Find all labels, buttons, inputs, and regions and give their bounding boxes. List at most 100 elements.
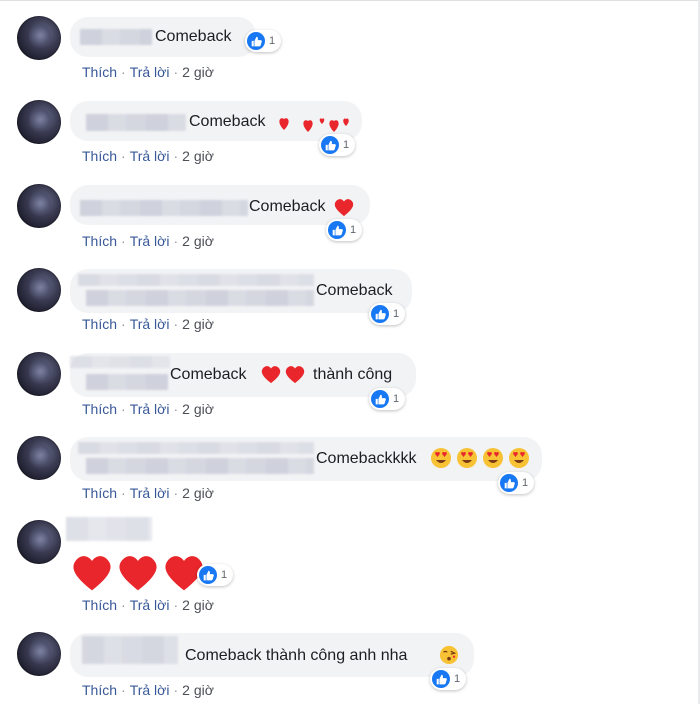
like-count-badge[interactable]: 1 xyxy=(326,219,363,241)
blurred-username xyxy=(78,442,314,454)
timestamp[interactable]: 2 giờ xyxy=(182,64,214,80)
separator: · xyxy=(173,233,179,249)
separator: · xyxy=(173,64,179,80)
reply-link[interactable]: Trả lời xyxy=(130,64,170,80)
like-count-badge[interactable]: 1 xyxy=(498,472,535,494)
heart-icon xyxy=(285,366,305,384)
thumbs-up-icon xyxy=(500,474,518,492)
like-link[interactable]: Thích xyxy=(82,682,117,698)
comment-1: Comeback 1 Thích · Trả lời · 2 giờ xyxy=(0,0,690,90)
blurred-username xyxy=(78,274,314,286)
thumbs-up-icon xyxy=(328,221,346,239)
comment-3: Comeback 1 Thích · Trả lời · 2 giờ xyxy=(0,168,690,258)
reply-link[interactable]: Trả lời xyxy=(130,401,170,417)
blurred-username xyxy=(86,114,186,131)
avatar[interactable] xyxy=(17,16,61,60)
timestamp[interactable]: 2 giờ xyxy=(182,485,214,501)
thumbs-up-icon xyxy=(432,670,450,688)
like-link[interactable]: Thích xyxy=(82,148,117,164)
big-heart-icon xyxy=(119,556,157,591)
like-count: 1 xyxy=(393,393,400,405)
avatar[interactable] xyxy=(17,268,61,312)
thumbs-up-icon xyxy=(371,390,389,408)
blurred-username xyxy=(86,374,168,390)
like-count-badge[interactable]: 1 xyxy=(369,388,406,410)
like-count-badge[interactable]: 1 xyxy=(369,303,406,325)
comment-text: Comeback xyxy=(249,198,326,215)
avatar[interactable] xyxy=(17,520,61,564)
comment-text: Comebackkkk xyxy=(316,450,417,467)
like-link[interactable]: Thích xyxy=(82,316,117,332)
comment-actions: Thích · Trả lời · 2 giờ xyxy=(82,233,214,249)
reply-link[interactable]: Trả lời xyxy=(130,316,170,332)
blurred-username xyxy=(80,29,152,45)
like-count-badge[interactable]: 1 xyxy=(319,134,356,156)
blurred-username xyxy=(86,290,314,306)
separator: · xyxy=(121,682,126,698)
separator: · xyxy=(121,148,126,164)
like-count-badge[interactable]: 1 xyxy=(197,564,234,586)
like-link[interactable]: Thích xyxy=(82,401,117,417)
avatar[interactable] xyxy=(17,632,61,676)
reply-link[interactable]: Trả lời xyxy=(130,682,170,698)
comment-actions: Thích · Trả lời · 2 giờ xyxy=(82,597,214,613)
heart-icon xyxy=(261,366,281,384)
separator: · xyxy=(173,316,179,332)
like-link[interactable]: Thích xyxy=(82,597,117,613)
like-count: 1 xyxy=(221,569,228,581)
heart-eyes-icon xyxy=(431,448,529,468)
thumbs-up-icon xyxy=(247,32,265,50)
blurred-username xyxy=(86,458,314,474)
separator: · xyxy=(121,485,126,501)
reply-link[interactable]: Trả lời xyxy=(130,148,170,164)
timestamp[interactable]: 2 giờ xyxy=(182,148,214,164)
comment-actions: Thích · Trả lời · 2 giờ xyxy=(82,148,214,164)
separator: · xyxy=(173,682,179,698)
comment-text-suffix: thành công xyxy=(313,366,393,383)
like-count: 1 xyxy=(343,139,350,151)
small-hearts-icon xyxy=(279,118,349,132)
timestamp[interactable]: 2 giờ xyxy=(182,233,214,249)
comment-text: Comeback xyxy=(170,366,247,383)
comment-actions: Thích · Trả lời · 2 giờ xyxy=(82,485,214,501)
like-count-badge[interactable]: 1 xyxy=(245,30,282,52)
separator: · xyxy=(173,401,179,417)
avatar[interactable] xyxy=(17,352,61,396)
comment-actions: Thích · Trả lời · 2 giờ xyxy=(82,316,214,332)
comment-actions: Thích · Trả lời · 2 giờ xyxy=(82,682,214,698)
timestamp[interactable]: 2 giờ xyxy=(182,401,214,417)
separator: · xyxy=(121,233,126,249)
like-link[interactable]: Thích xyxy=(82,233,117,249)
timestamp[interactable]: 2 giờ xyxy=(182,597,214,613)
comment-actions: Thích · Trả lời · 2 giờ xyxy=(82,64,214,80)
separator: · xyxy=(173,485,179,501)
like-link[interactable]: Thích xyxy=(82,64,117,80)
like-count-badge[interactable]: 1 xyxy=(430,668,467,690)
comment-8: Comeback thành công anh nha 1 Thích · Trả … xyxy=(0,616,690,704)
reply-link[interactable]: Trả lời xyxy=(130,597,170,613)
blurred-username xyxy=(82,636,178,664)
comment-6: Comebackkkk 1 Thích · Trả lời · 2 giờ xyxy=(0,420,690,510)
thumbs-up-icon xyxy=(371,305,389,323)
blurred-username xyxy=(66,517,152,541)
big-heart-icon xyxy=(73,556,111,591)
timestamp[interactable]: 2 giờ xyxy=(182,682,214,698)
comment-2: Comeback 1 Thích · Trả lời · 2 giờ xyxy=(0,84,690,174)
avatar[interactable] xyxy=(17,436,61,480)
separator: · xyxy=(173,597,179,613)
comment-text: Comeback xyxy=(189,113,266,130)
blurred-username xyxy=(80,200,248,216)
reply-link[interactable]: Trả lời xyxy=(130,485,170,501)
comment-text: Comeback xyxy=(316,282,393,299)
comment-7: 1 Thích · Trả lời · 2 giờ xyxy=(0,504,690,614)
blurred-username xyxy=(70,356,170,368)
comment-5: Comeback thành công 1 Thích · Trả lời · 2 gi… xyxy=(0,336,690,426)
kiss-emoji-icon xyxy=(439,645,459,665)
reply-link[interactable]: Trả lời xyxy=(130,233,170,249)
avatar[interactable] xyxy=(17,100,61,144)
timestamp[interactable]: 2 giờ xyxy=(182,316,214,332)
thumbs-up-icon xyxy=(199,566,217,584)
avatar[interactable] xyxy=(17,184,61,228)
like-link[interactable]: Thích xyxy=(82,485,117,501)
separator: · xyxy=(121,401,126,417)
